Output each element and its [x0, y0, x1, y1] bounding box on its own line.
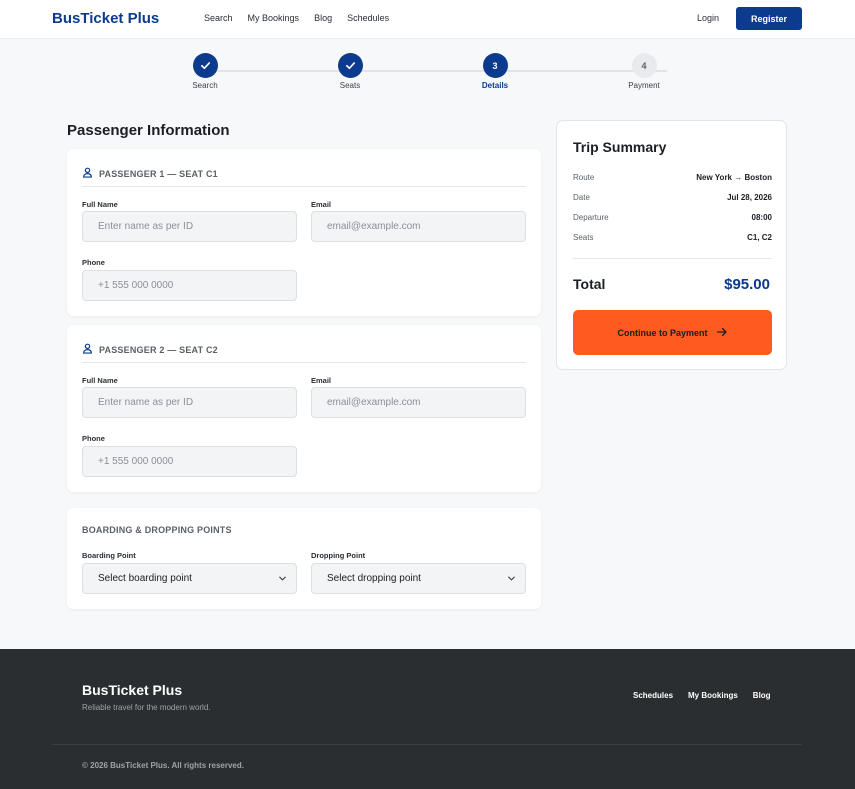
email-input[interactable]	[311, 387, 526, 418]
summary-key: Departure	[573, 213, 609, 222]
brand-logo[interactable]: BusTicket Plus	[52, 10, 159, 27]
user-icon	[82, 167, 93, 180]
full-name-label: Full Name	[82, 200, 118, 209]
step-seats: Seats	[310, 53, 390, 90]
top-header: BusTicket Plus Search My Bookings Blog S…	[0, 0, 855, 39]
user-icon	[82, 343, 93, 356]
main-nav: Search My Bookings Blog Schedules	[204, 13, 389, 23]
nav-schedules[interactable]: Schedules	[347, 13, 389, 23]
summary-key: Route	[573, 173, 595, 182]
step-label: Details	[481, 81, 509, 90]
phone-input[interactable]	[82, 270, 297, 301]
footer-link-my-bookings[interactable]: My Bookings	[688, 691, 738, 700]
summary-row-departure: Departure 08:00	[573, 213, 772, 222]
footer-divider	[52, 744, 802, 745]
phone-label: Phone	[82, 434, 105, 443]
passenger-card-2: PASSENGER 2 — SEAT C2 Full Name Email Ph…	[67, 325, 541, 492]
nav-blog[interactable]: Blog	[314, 13, 332, 23]
nav-my-bookings[interactable]: My Bookings	[248, 13, 300, 23]
passenger-heading: PASSENGER 1 — SEAT C1	[82, 167, 526, 187]
footer-links: Schedules My Bookings Blog	[633, 691, 771, 700]
passenger-card-1: PASSENGER 1 — SEAT C1 Full Name Email Ph…	[67, 149, 541, 316]
passenger-heading: PASSENGER 2 — SEAT C2	[82, 343, 526, 363]
check-icon	[337, 53, 363, 78]
page-title: Passenger Information	[67, 122, 230, 139]
full-name-input[interactable]	[82, 387, 297, 418]
summary-value: New York → Boston	[696, 173, 772, 182]
total-label: Total	[573, 276, 606, 292]
summary-value: C1, C2	[747, 233, 772, 242]
dropping-point-value: Select dropping point	[327, 573, 421, 584]
summary-key: Date	[573, 193, 590, 202]
summary-row-seats: Seats C1, C2	[573, 233, 772, 242]
nav-search[interactable]: Search	[204, 13, 233, 23]
phone-label: Phone	[82, 258, 105, 267]
step-search: Search	[165, 53, 245, 90]
dropping-point-label: Dropping Point	[311, 551, 366, 560]
boarding-point-label: Boarding Point	[82, 551, 136, 560]
boarding-point-select[interactable]: Select boarding point	[82, 563, 297, 594]
passenger-heading-text: PASSENGER 2 — SEAT C2	[99, 344, 218, 355]
check-icon	[192, 53, 218, 78]
summary-row-date: Date Jul 28, 2026	[573, 193, 772, 202]
footer-link-schedules[interactable]: Schedules	[633, 691, 673, 700]
phone-input[interactable]	[82, 446, 297, 477]
full-name-input[interactable]	[82, 211, 297, 242]
passenger-heading-text: PASSENGER 1 — SEAT C1	[99, 168, 218, 179]
login-link[interactable]: Login	[697, 13, 719, 23]
footer-link-blog[interactable]: Blog	[753, 691, 771, 700]
chevron-down-icon	[277, 573, 288, 587]
chevron-down-icon	[506, 573, 517, 587]
step-label: Payment	[628, 81, 660, 90]
summary-value: 08:00	[751, 213, 772, 222]
summary-row-route: Route New York → Boston	[573, 173, 772, 182]
boarding-point-value: Select boarding point	[98, 573, 192, 584]
footer-tagline: Reliable travel for the modern world.	[82, 703, 211, 712]
full-name-label: Full Name	[82, 376, 118, 385]
points-heading: BOARDING & DROPPING POINTS	[82, 525, 232, 535]
continue-to-payment-label: Continue to Payment	[617, 327, 708, 338]
site-footer: BusTicket Plus Reliable travel for the m…	[0, 649, 855, 789]
total-value: $95.00	[724, 276, 770, 293]
boarding-dropping-card: BOARDING & DROPPING POINTS Boarding Poin…	[67, 508, 541, 609]
step-number: 4	[631, 53, 657, 78]
summary-divider	[573, 258, 772, 259]
footer-copyright: © 2026 BusTicket Plus. All rights reserv…	[82, 761, 244, 770]
step-label: Search	[192, 81, 218, 90]
trip-summary-title: Trip Summary	[573, 139, 667, 155]
step-details: 3 Details	[455, 53, 535, 90]
email-label: Email	[311, 376, 332, 385]
dropping-point-select[interactable]: Select dropping point	[311, 563, 526, 594]
summary-key: Seats	[573, 233, 594, 242]
email-input[interactable]	[311, 211, 526, 242]
trip-summary-card: Trip Summary Route New York → Boston Dat…	[556, 120, 787, 370]
continue-to-payment-button[interactable]: Continue to Payment	[573, 310, 772, 355]
email-label: Email	[311, 200, 332, 209]
summary-value: Jul 28, 2026	[727, 193, 772, 202]
step-payment: 4 Payment	[604, 53, 684, 90]
step-label: Seats	[339, 81, 361, 90]
footer-brand: BusTicket Plus	[82, 682, 183, 698]
register-button[interactable]: Register	[736, 7, 802, 30]
step-number: 3	[482, 53, 508, 78]
stepper-track	[205, 70, 667, 72]
arrow-right-icon	[716, 326, 728, 340]
